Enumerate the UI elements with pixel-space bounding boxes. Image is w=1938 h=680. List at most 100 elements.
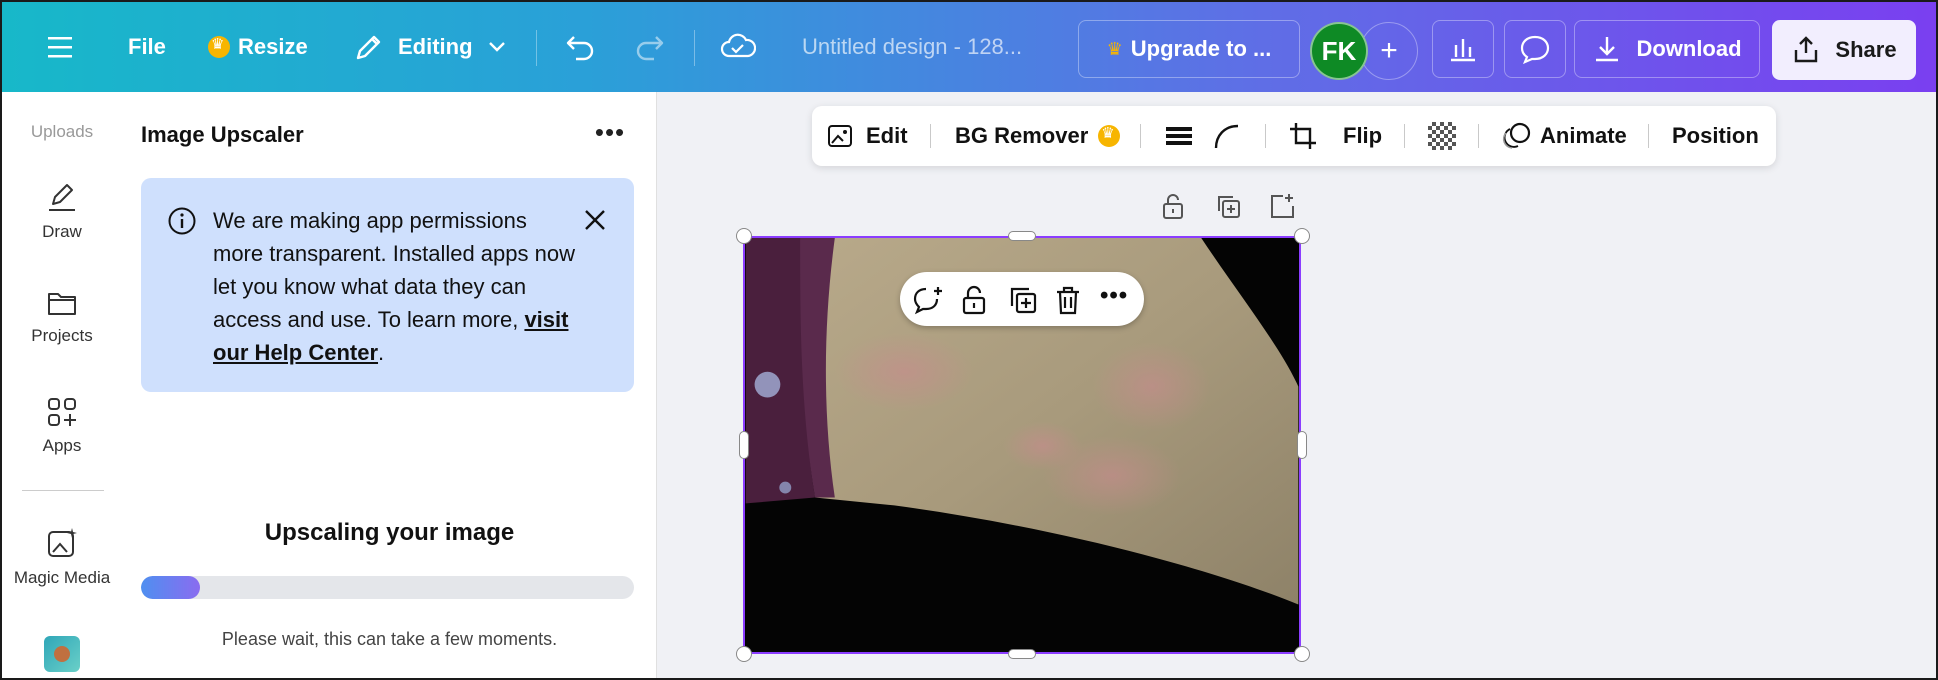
download-icon xyxy=(1596,37,1619,62)
bar-chart-icon xyxy=(1451,39,1475,62)
element-actions-bar: ••• xyxy=(900,272,1144,326)
permissions-notice: We are making app permissions more trans… xyxy=(141,178,634,392)
add-page-icon[interactable] xyxy=(1268,192,1296,225)
progress-fill xyxy=(141,576,201,599)
divider xyxy=(1140,124,1141,148)
image-toolbar: Edit BG Remover Flip Animate Position xyxy=(812,106,1776,166)
notice-body: We are making app permissions more trans… xyxy=(213,208,575,332)
folder-icon xyxy=(48,293,76,315)
notice-text: We are making app permissions more trans… xyxy=(213,204,583,369)
resize-handle[interactable] xyxy=(1008,231,1036,241)
border-style-icon[interactable] xyxy=(1164,106,1194,166)
divider xyxy=(536,30,537,66)
upgrade-label: Upgrade to ... xyxy=(1130,36,1272,61)
editing-mode-dropdown[interactable]: Editing xyxy=(354,2,507,92)
undo-icon[interactable] xyxy=(564,2,596,92)
edit-label: Edit xyxy=(866,123,908,148)
left-rail: Uploads Draw Projects Apps Magic Media xyxy=(2,92,122,678)
rail-item-label: Apps xyxy=(42,436,82,455)
progress-bar xyxy=(141,576,634,599)
divider xyxy=(694,30,695,66)
animate-label: Animate xyxy=(1540,123,1627,148)
draw-icon xyxy=(49,184,75,211)
divider xyxy=(22,490,104,491)
crop-icon[interactable] xyxy=(1288,106,1318,166)
resize-handle[interactable] xyxy=(739,431,749,459)
top-bar: File Resize Editing Untitled design - 12… xyxy=(2,2,1936,92)
resize-handle[interactable] xyxy=(736,228,752,244)
divider xyxy=(1265,124,1266,148)
animate-icon xyxy=(1502,122,1531,149)
file-menu[interactable]: File xyxy=(128,2,166,92)
resize-handle[interactable] xyxy=(1297,431,1307,459)
menu-icon[interactable] xyxy=(46,2,74,92)
close-icon[interactable] xyxy=(581,206,609,234)
more-options-icon[interactable]: ••• xyxy=(1100,282,1128,310)
image-upscaler-panel: Image Upscaler ••• We are making app per… xyxy=(122,92,657,678)
share-icon xyxy=(1795,36,1818,63)
edit-image-icon xyxy=(828,125,852,147)
rail-item-label: Projects xyxy=(31,326,93,345)
info-icon xyxy=(168,207,196,235)
avatar[interactable]: FK xyxy=(1310,22,1368,80)
wait-message: Please wait, this can take a few moments… xyxy=(221,629,558,649)
crown-icon: ♛ xyxy=(1106,38,1123,60)
resize-handle[interactable] xyxy=(1294,228,1310,244)
bg-remover-button[interactable]: BG Remover xyxy=(955,106,1121,166)
add-collaborator-button[interactable]: + xyxy=(1360,22,1418,80)
magic-media-icon xyxy=(48,528,77,557)
insights-button[interactable] xyxy=(1432,20,1494,78)
position-button[interactable]: Position xyxy=(1672,106,1759,166)
rail-item-label: Draw xyxy=(42,222,82,241)
design-title[interactable]: Untitled design - 128... xyxy=(802,2,1022,92)
flip-button[interactable]: Flip xyxy=(1343,106,1382,166)
corner-rounding-icon[interactable] xyxy=(1212,106,1240,166)
resize-handle[interactable] xyxy=(736,646,752,662)
chevron-down-icon xyxy=(488,42,505,52)
rail-item-magic-media[interactable]: Magic Media xyxy=(2,526,122,588)
rail-item-label: Magic Media xyxy=(13,568,111,587)
rail-item-uploads[interactable]: Uploads xyxy=(2,122,122,142)
download-label: Download xyxy=(1636,36,1742,61)
comment-icon xyxy=(1520,35,1550,64)
app-thumbnail-icon[interactable] xyxy=(44,636,80,672)
edit-button[interactable]: Edit xyxy=(826,106,908,166)
cloud-saved-icon[interactable] xyxy=(720,2,756,92)
trash-icon[interactable] xyxy=(1054,285,1082,315)
editing-label: Editing xyxy=(398,34,473,59)
divider xyxy=(930,124,931,148)
apps-icon xyxy=(48,398,76,426)
lock-icon[interactable] xyxy=(1160,192,1186,225)
resize-label: Resize xyxy=(238,34,308,59)
pencil-icon xyxy=(356,35,381,60)
transparency-icon[interactable] xyxy=(1428,106,1456,166)
bg-remover-label: BG Remover xyxy=(955,123,1089,148)
divider xyxy=(1404,124,1405,148)
panel-title: Image Upscaler xyxy=(141,122,304,147)
download-button[interactable]: Download xyxy=(1574,20,1760,78)
resize-button[interactable]: Resize xyxy=(208,2,308,92)
animate-button[interactable]: Animate xyxy=(1500,106,1627,166)
resize-handle[interactable] xyxy=(1008,649,1036,659)
rail-item-projects[interactable]: Projects xyxy=(2,288,122,346)
upgrade-button[interactable]: ♛ Upgrade to ... xyxy=(1078,20,1300,78)
duplicate-icon[interactable] xyxy=(1214,192,1242,225)
duplicate-icon[interactable] xyxy=(1008,285,1038,315)
rail-item-apps[interactable]: Apps xyxy=(2,396,122,456)
rail-item-draw[interactable]: Draw xyxy=(2,180,122,242)
more-options-icon[interactable]: ••• xyxy=(590,112,630,152)
comments-button[interactable] xyxy=(1504,20,1566,78)
add-comment-icon[interactable] xyxy=(912,285,944,315)
divider xyxy=(1648,124,1649,148)
resize-handle[interactable] xyxy=(1294,646,1310,662)
share-label: Share xyxy=(1835,37,1897,62)
crown-icon xyxy=(1098,124,1121,147)
redo-icon[interactable] xyxy=(634,2,666,92)
upscaling-title: Upscaling your image xyxy=(264,519,515,546)
notice-end: . xyxy=(378,340,385,365)
share-button[interactable]: Share xyxy=(1772,20,1916,80)
rail-item-label: Uploads xyxy=(30,122,94,141)
lock-icon[interactable] xyxy=(960,285,988,315)
crown-icon xyxy=(208,35,230,58)
app-window: File Resize Editing Untitled design - 12… xyxy=(0,0,1938,680)
